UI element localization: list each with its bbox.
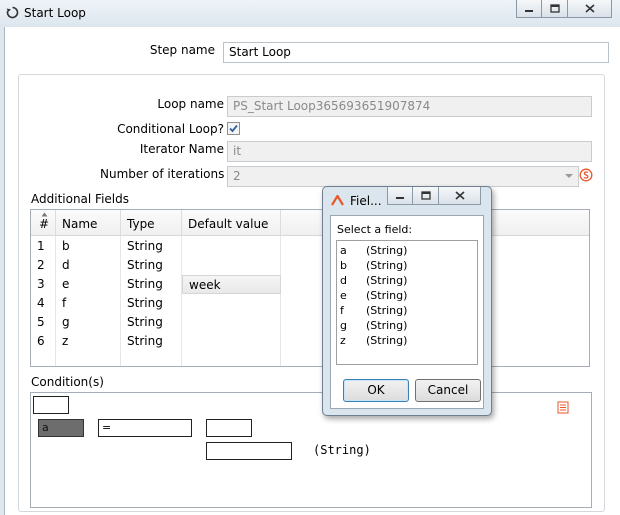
close-icon (454, 191, 465, 200)
iterations-label: Number of iterations (100, 167, 225, 181)
cancel-button[interactable]: Cancel (415, 379, 481, 402)
row-type[interactable]: String (121, 332, 182, 351)
kettle-icon (331, 195, 344, 206)
condition-value-input[interactable] (206, 442, 292, 460)
condition-right-field[interactable] (206, 419, 252, 437)
column-header-label: # (39, 217, 50, 231)
field-list[interactable]: a (String) b (String) d (String) e (String) … (336, 240, 478, 365)
list-item[interactable]: g (String) (340, 318, 477, 333)
list-item[interactable]: d (String) (340, 273, 477, 288)
table-row[interactable]: 1 b String (31, 237, 589, 256)
table-row[interactable]: 5 g String (31, 313, 589, 332)
list-item[interactable]: b (String) (340, 258, 477, 273)
dialog-body: Select a field: a (String) b (String) d (St… (330, 215, 484, 409)
column-header-name[interactable]: Name (56, 210, 121, 236)
check-icon (229, 124, 238, 133)
row-number: 5 (31, 313, 56, 332)
variable-icon (579, 168, 593, 182)
row-name[interactable]: d (56, 256, 121, 275)
dialog-title: Fiel... (350, 194, 382, 208)
conditional-loop-checkbox[interactable] (227, 122, 240, 135)
table-row[interactable]: 2 d String (31, 256, 589, 275)
iterations-combobox[interactable]: 2 (227, 166, 579, 187)
loop-name-label: Loop name (157, 97, 224, 111)
additional-fields-label: Additional Fields (31, 192, 130, 206)
row-type[interactable]: String (121, 237, 182, 256)
dialog-maximize-button[interactable] (413, 187, 439, 205)
select-field-dialog: Fiel... Select a field: a (String) b (Stri… (322, 186, 492, 416)
list-item[interactable]: f (String) (340, 303, 477, 318)
condition-edit-icon[interactable] (557, 401, 569, 414)
table-row[interactable]: 4 f String (31, 294, 589, 313)
conditions-label: Condition(s) (31, 375, 104, 389)
maximize-icon (549, 4, 560, 13)
maximize-icon (420, 191, 431, 200)
row-number: 2 (31, 256, 56, 275)
row-type[interactable]: String (121, 313, 182, 332)
list-item[interactable]: a (String) (340, 243, 477, 258)
minimize-button[interactable] (516, 0, 542, 18)
list-item[interactable]: z (String) (340, 333, 477, 348)
conditions-editor[interactable]: a = (String) (30, 392, 592, 508)
row-type[interactable]: String (121, 256, 182, 275)
window-titlebar: Start Loop (0, 0, 620, 27)
dropdown-arrow-icon[interactable] (564, 172, 574, 180)
row-name[interactable]: z (56, 332, 121, 351)
table-row[interactable]: 6 z String (31, 332, 589, 351)
step-name-label: Step name (149, 43, 215, 57)
loop-name-input[interactable]: PS_Start Loop365693651907874 (227, 96, 592, 117)
condition-value-type: (String) (313, 443, 371, 457)
ok-button[interactable]: OK (343, 379, 409, 402)
row-default-value[interactable] (182, 256, 281, 275)
condition-function[interactable]: = (98, 419, 192, 437)
close-icon (584, 4, 595, 13)
table-header: # Name Type Default value (31, 210, 589, 236)
dialog-close-button[interactable] (439, 187, 481, 205)
row-number: 3 (31, 275, 56, 294)
column-header-default[interactable]: Default value (182, 210, 281, 236)
row-number: 6 (31, 332, 56, 351)
window-controls (516, 0, 612, 18)
row-default-value[interactable] (182, 313, 281, 332)
row-type[interactable]: String (121, 275, 182, 294)
additional-fields-table: # Name Type Default value 1 b String 2 d… (30, 209, 590, 367)
maximize-button[interactable] (542, 0, 568, 18)
row-number: 4 (31, 294, 56, 313)
conditional-loop-label: Conditional Loop? (117, 122, 224, 136)
condition-operator-box[interactable] (33, 396, 69, 414)
row-default-value[interactable] (182, 237, 281, 256)
row-name[interactable]: b (56, 237, 121, 256)
row-default-value[interactable]: week (182, 275, 281, 294)
list-item[interactable]: e (String) (340, 288, 477, 303)
table-row[interactable]: 3 e String week (31, 275, 589, 294)
row-name[interactable]: f (56, 294, 121, 313)
iterator-name-label: Iterator Name (139, 142, 224, 156)
sort-asc-icon (41, 212, 48, 217)
minimize-icon (525, 9, 533, 12)
row-name[interactable]: g (56, 313, 121, 332)
condition-left-field[interactable]: a (38, 419, 84, 437)
row-default-value[interactable] (182, 294, 281, 313)
iterator-name-input[interactable]: it (227, 141, 592, 162)
row-type[interactable]: String (121, 294, 182, 313)
row-name[interactable]: e (56, 275, 121, 294)
dialog-minimize-button[interactable] (387, 187, 413, 205)
row-default-value[interactable] (182, 332, 281, 351)
row-number: 1 (31, 237, 56, 256)
window-title: Start Loop (24, 6, 86, 20)
select-field-prompt: Select a field: (337, 223, 413, 236)
close-button[interactable] (568, 0, 612, 18)
minimize-icon (396, 196, 404, 199)
loop-icon (6, 6, 19, 19)
column-header-type[interactable]: Type (121, 210, 182, 236)
step-name-input[interactable]: Start Loop (223, 42, 609, 63)
dialog-window-controls (387, 187, 481, 205)
